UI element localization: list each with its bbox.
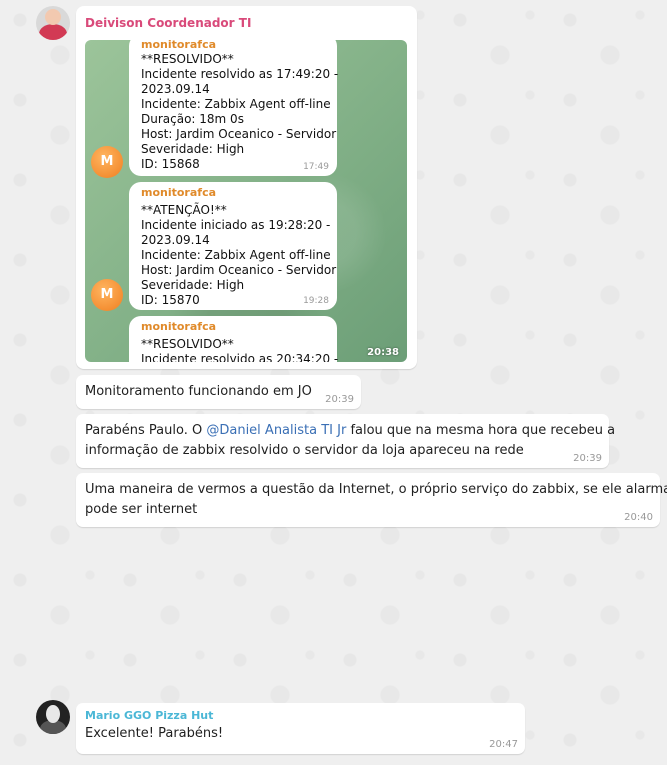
- bot-avatar: M: [91, 146, 123, 178]
- bot-line: ID: 15868: [141, 157, 200, 171]
- bot-message-1: monitorafca **RESOLVIDO** Incidente reso…: [129, 40, 339, 176]
- message-text: Excelente! Parabéns!: [85, 726, 224, 741]
- message-text-line1: Parabéns Paulo. O @Daniel Analista TI Jr…: [85, 421, 615, 441]
- message-time: 20:47: [489, 739, 518, 750]
- bot-line: **RESOLVIDO**: [141, 337, 234, 351]
- bot-time: 19:28: [303, 296, 329, 306]
- avatar-deivison[interactable]: [36, 6, 70, 40]
- bot-line: Incidente: Zabbix Agent off-line: [141, 248, 331, 262]
- sender-name[interactable]: Deivison Coordenador TI: [85, 16, 251, 30]
- bot-sender: monitorafca: [141, 186, 217, 199]
- user-mention-link[interactable]: @Daniel Analista TI Jr: [206, 423, 346, 438]
- bot-line: 2023.09.14: [141, 233, 210, 247]
- sender-name[interactable]: Mario GGO Pizza Hut: [85, 709, 213, 722]
- avatar-head-shape: [45, 9, 61, 25]
- bot-line: Host: Jardim Oceanico - Servidor: [141, 127, 337, 141]
- bot-sender: monitorafca: [141, 320, 217, 333]
- screenshot-image[interactable]: monitorafca **RESOLVIDO** Incidente reso…: [85, 40, 407, 362]
- bot-line: **ATENÇÃO!**: [141, 203, 227, 217]
- message-text-segment: falou que na mesma hora que recebeu a: [346, 423, 616, 438]
- message-bubble[interactable]: Parabéns Paulo. O @Daniel Analista TI Jr…: [76, 414, 615, 468]
- photo-timestamp: 20:38: [367, 347, 399, 358]
- bot-line: Incidente resolvido as 17:49:20 -: [141, 67, 339, 81]
- bot-message-2: monitorafca **ATENÇÃO!** Incidente inici…: [129, 182, 337, 310]
- message-text-segment: Parabéns Paulo. O: [85, 423, 207, 438]
- message-bubble[interactable]: Monitoramento funcionando em JO 20:39: [76, 375, 361, 409]
- bot-line: Incidente: Zabbix Agent off-line: [141, 97, 331, 111]
- bot-line: Host: Jardim Oceanico - Servidor: [141, 263, 337, 277]
- bot-line: Duração: 18m 0s: [141, 112, 244, 126]
- message-time: 20:40: [624, 512, 653, 523]
- message-text-line2: informação de zabbix resolvido o servido…: [85, 443, 524, 458]
- avatar-head-shape: [46, 705, 60, 723]
- message-bubble[interactable]: Uma maneira de vermos a questão da Inter…: [76, 473, 667, 527]
- bot-sender: monitorafca: [141, 40, 217, 51]
- message-time: 20:39: [573, 453, 602, 464]
- bot-line: Incidente resolvido as 20:34:20 -: [141, 352, 339, 362]
- message-text: Monitoramento funcionando em JO: [85, 384, 312, 399]
- bot-line: ID: 15870: [141, 293, 200, 307]
- message-text-line2: pode ser internet: [85, 502, 198, 517]
- bot-message-3: monitorafca **RESOLVIDO** Incidente reso…: [129, 316, 339, 362]
- avatar-mario[interactable]: [36, 700, 70, 734]
- bot-line: **RESOLVIDO**: [141, 52, 234, 66]
- bot-line: Severidade: High: [141, 278, 245, 292]
- message-text-line1: Uma maneira de vermos a questão da Inter…: [85, 482, 667, 497]
- message-time: 20:39: [325, 394, 354, 405]
- bot-line: Severidade: High: [141, 142, 245, 156]
- bot-avatar: M: [91, 279, 123, 311]
- avatar-body-shape: [39, 24, 67, 40]
- bot-line: 2023.09.14: [141, 82, 210, 96]
- message-bubble[interactable]: Mario GGO Pizza Hut Excelente! Parabéns!…: [76, 703, 525, 754]
- bot-line: Incidente iniciado as 19:28:20 -: [141, 218, 331, 232]
- bot-time: 17:49: [303, 162, 329, 172]
